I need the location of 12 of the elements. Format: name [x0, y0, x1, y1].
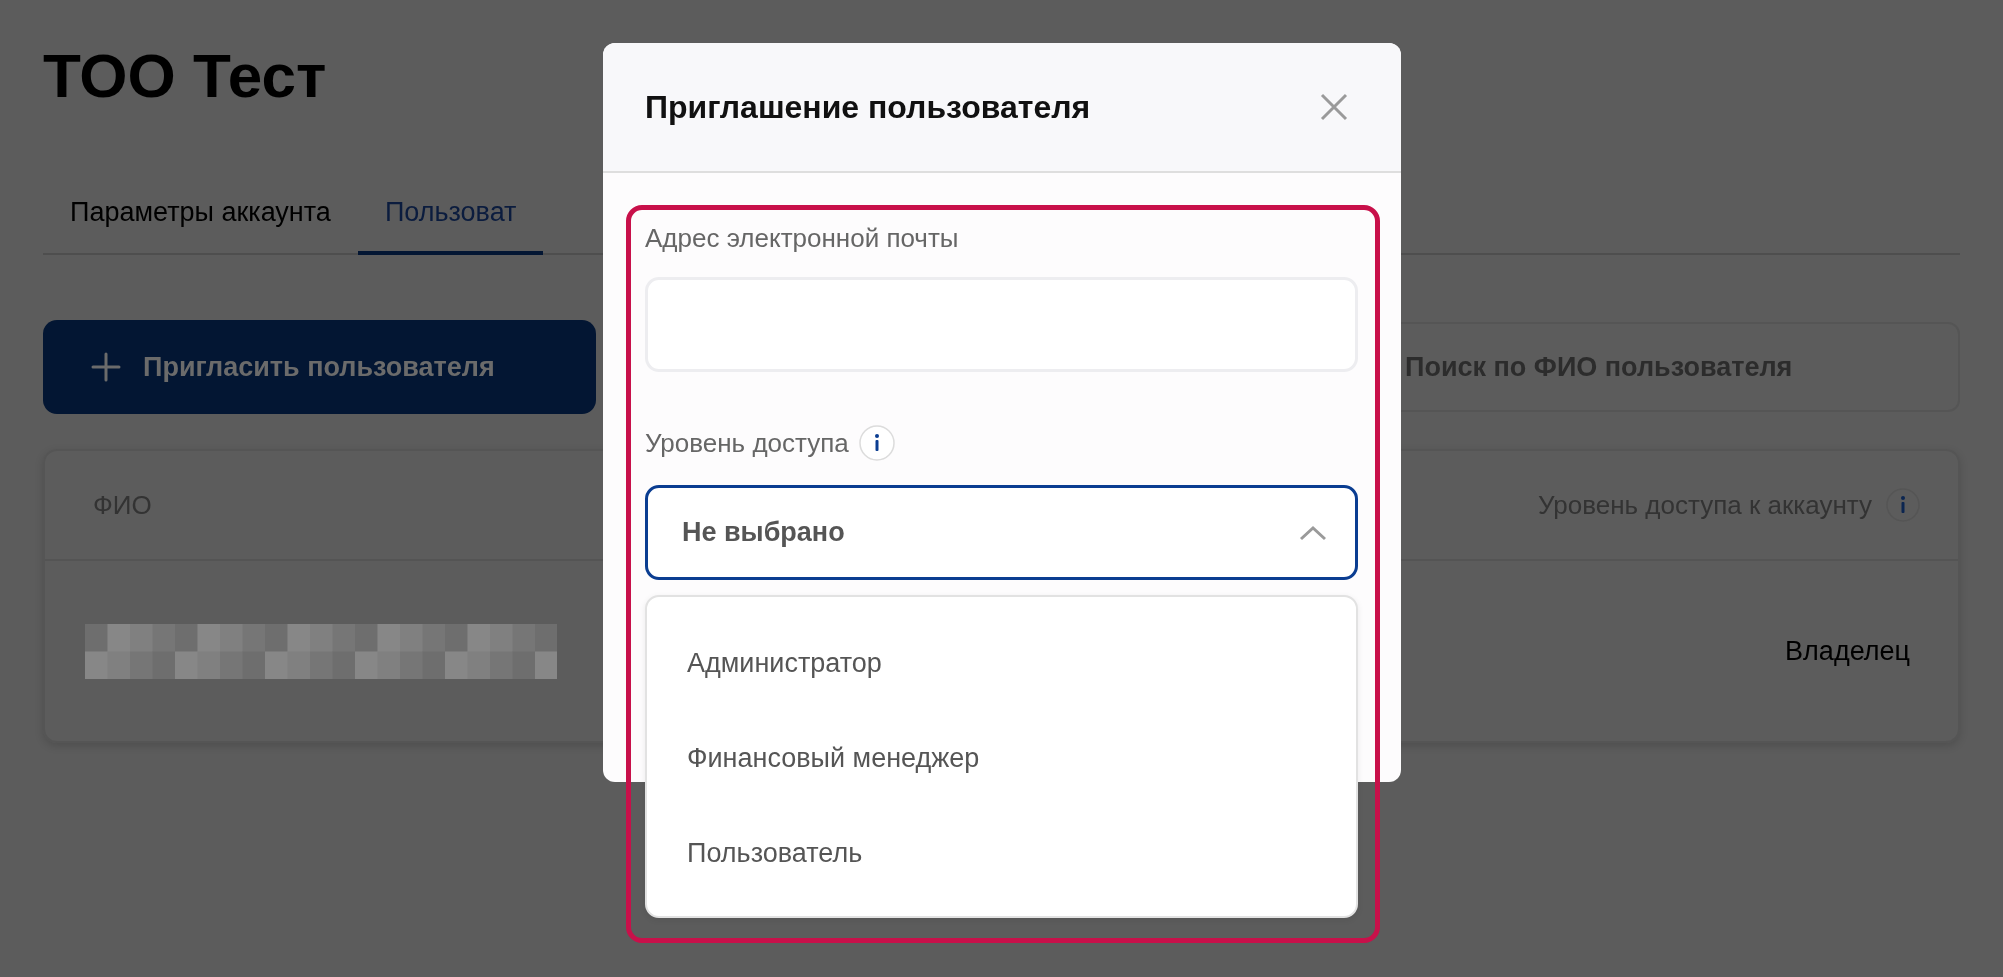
plus-icon — [91, 352, 121, 382]
page-title: ТОО Тест — [43, 40, 327, 108]
table-cell: Владелец — [1785, 635, 1910, 667]
dropdown-option[interactable]: Финансовый менеджер — [647, 711, 1356, 806]
access-level-select[interactable]: Не выбрано — [645, 485, 1358, 580]
chevron-icon — [1299, 524, 1327, 541]
close-icon[interactable] — [1319, 92, 1349, 122]
field-label: Адрес электронной почты — [645, 222, 959, 254]
dropdown-option[interactable]: Пользователь — [647, 806, 1356, 901]
field-label: Уровень доступа — [645, 427, 849, 459]
dropdown-option[interactable]: Администратор — [647, 616, 1356, 711]
dialog-title: Приглашение пользователя — [645, 88, 1091, 126]
